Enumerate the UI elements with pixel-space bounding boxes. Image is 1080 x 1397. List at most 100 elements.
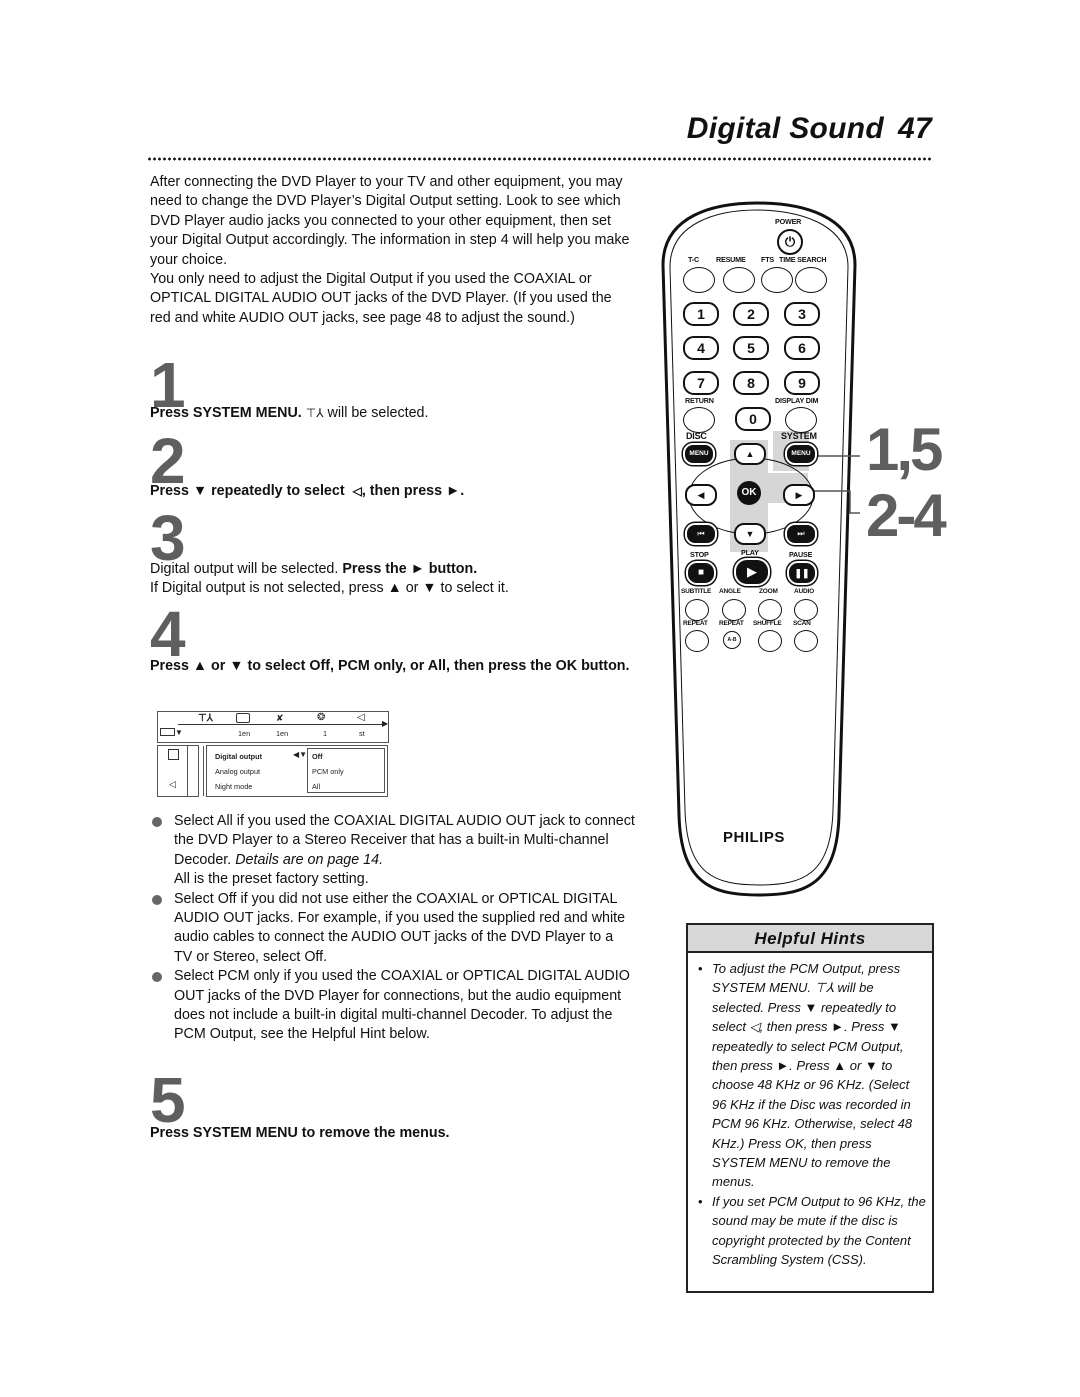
previous-button[interactable]: ⏮ — [685, 523, 717, 545]
resume-button[interactable] — [723, 267, 755, 293]
digit-7-button[interactable]: 7 — [683, 371, 719, 395]
disc-menu-button[interactable]: MENU — [683, 443, 715, 465]
digit-6-button[interactable]: 6 — [784, 336, 820, 360]
scan-label: SCAN — [793, 620, 811, 627]
digit-5-button[interactable]: 5 — [733, 336, 769, 360]
zoom-button[interactable] — [758, 599, 782, 621]
osd-option: PCM only — [312, 767, 344, 776]
subtitle-button[interactable] — [685, 599, 709, 621]
osd-option-list: Off PCM only All — [307, 748, 385, 793]
angle-button[interactable] — [722, 599, 746, 621]
osd-top-bar: ⊤⅄ ✘ ❂ ◁ ▶ ▼ 1en 1en 1 st — [157, 711, 389, 743]
bullet-off: Select Off if you did not use either the… — [150, 890, 635, 968]
time-search-button[interactable] — [795, 267, 827, 293]
callout-steps-2-4: 2-4 — [866, 482, 947, 549]
system-setup-icon: ⊤⅄ — [198, 713, 213, 724]
osd-option-selected: Off — [312, 752, 323, 761]
step-2-part-c: , then press — [361, 483, 443, 499]
right-button[interactable]: ▶ — [783, 484, 815, 506]
step-1-rest: will be selected. — [327, 405, 429, 421]
shuffle-button[interactable] — [758, 630, 782, 652]
repeat-ab-button[interactable]: A-B — [723, 631, 741, 649]
dotted-divider — [147, 157, 933, 161]
osd-side-panel: ◁ — [157, 745, 199, 797]
step-3-line-2: If Digital output is not selected, press… — [150, 580, 509, 597]
digit-0-button[interactable]: 0 — [735, 407, 771, 431]
step-number-3: 3 — [150, 502, 186, 574]
audio-button[interactable] — [794, 599, 818, 621]
bullet-all: Select All if you used the COAXIAL DIGIT… — [150, 812, 635, 890]
digit-4-button[interactable]: 4 — [683, 336, 719, 360]
power-button[interactable]: ⏻ — [777, 229, 803, 255]
pause-button[interactable]: ❚❚ — [787, 561, 817, 585]
bullet-dot — [152, 894, 162, 905]
step-3-bold: Press the ► button. — [342, 561, 478, 577]
power-label: POWER — [775, 217, 802, 226]
time-search-label: TIME SEARCH — [779, 255, 827, 264]
step-1-bold: Press SYSTEM MENU. — [150, 405, 302, 421]
step-1-text: Press SYSTEM MENU. ⊤⅄ will be selected. — [150, 404, 635, 423]
option-bullets: Select All if you used the COAXIAL DIGIT… — [150, 812, 635, 1045]
return-button[interactable] — [683, 407, 715, 433]
digit-3-button[interactable]: 3 — [784, 302, 820, 326]
osd-value: 1en — [238, 729, 251, 738]
tc-button[interactable] — [683, 267, 715, 293]
shuffle-label: SHUFFLE — [753, 620, 782, 627]
left-button[interactable]: ◀ — [685, 484, 717, 506]
tc-label: T-C — [688, 255, 699, 264]
helpful-hints-title: Helpful Hints — [688, 925, 932, 953]
ok-button[interactable]: OK — [737, 481, 761, 505]
osd-option: All — [312, 782, 321, 791]
speaker-icon: ◁ — [169, 779, 176, 789]
intro: After connecting the DVD Player to your … — [150, 173, 635, 328]
right-arrow-icon: ► — [446, 483, 461, 499]
intro-paragraph-1: After connecting the DVD Player to your … — [150, 174, 630, 268]
step-2-end: . — [460, 483, 465, 499]
up-button[interactable]: ▲ — [734, 443, 766, 465]
play-button[interactable]: ▶ — [734, 558, 770, 586]
step-5-text: Press SYSTEM MENU to remove the menus. — [150, 1125, 450, 1141]
step-2-part-a: Press — [150, 483, 189, 499]
scan-button[interactable] — [794, 630, 818, 652]
repeat-button[interactable] — [685, 630, 709, 652]
step-2-text: Press ▼ repeatedly to select ◁, then pre… — [150, 482, 635, 501]
digit-2-button[interactable]: 2 — [733, 302, 769, 326]
sound-icon: ◁ — [357, 712, 365, 723]
system-menu-button[interactable]: MENU — [785, 443, 817, 465]
bullet-dot — [152, 817, 162, 827]
right-arrow-icon: ▶ — [382, 719, 389, 728]
step-3-text: Digital output will be selected. Press t… — [150, 560, 635, 599]
audio-language-icon: ✘ — [276, 713, 284, 723]
intro-paragraph-2: You only need to adjust the Digital Outp… — [150, 271, 612, 326]
picture-icon — [168, 749, 179, 760]
osd-value: 1en — [276, 729, 289, 738]
bullet-extra: All is the preset factory setting. — [174, 871, 369, 888]
repeat-ab-label: REPEAT — [719, 620, 744, 627]
osd-value: st — [359, 729, 365, 738]
bullet-italic-ref: Details are on page 14. — [235, 851, 384, 868]
next-button[interactable]: ⏭ — [785, 523, 817, 545]
hint-item: • If you set PCM Output to 96 KHz, the so… — [698, 1193, 926, 1268]
step-2-part-b: repeatedly to select — [211, 483, 345, 499]
digit-1-button[interactable]: 1 — [683, 302, 719, 326]
osd-menu-item: Analog output — [215, 767, 261, 776]
fts-button[interactable] — [761, 267, 793, 293]
callout-steps-1-5: 1,5 — [866, 416, 943, 483]
stop-button[interactable]: ■ — [686, 561, 716, 585]
subtitle-label: SUBTITLE — [681, 588, 712, 595]
step-number-5: 5 — [150, 1064, 186, 1136]
digit-8-button[interactable]: 8 — [733, 371, 769, 395]
display-dim-label: DISPLAY DIM — [775, 396, 819, 405]
disc-label: DISC — [686, 431, 707, 441]
bullet-dot — [152, 972, 162, 983]
osd-menu-item: Digital output — [215, 752, 263, 761]
hint-text: If you set PCM Output to 96 KHz, the sou… — [712, 1193, 926, 1268]
osd-settings-panel: Digital output Analog output Night mode … — [203, 745, 388, 797]
disc-menu-icon — [160, 728, 175, 736]
digit-9-button[interactable]: 9 — [784, 371, 820, 395]
stop-label: STOP — [690, 550, 709, 559]
down-button[interactable]: ▼ — [734, 523, 766, 545]
return-label: RETURN — [685, 396, 714, 405]
display-dim-button[interactable] — [785, 407, 817, 433]
bullet-text: Select PCM only if you used the COAXIAL … — [174, 968, 630, 1043]
